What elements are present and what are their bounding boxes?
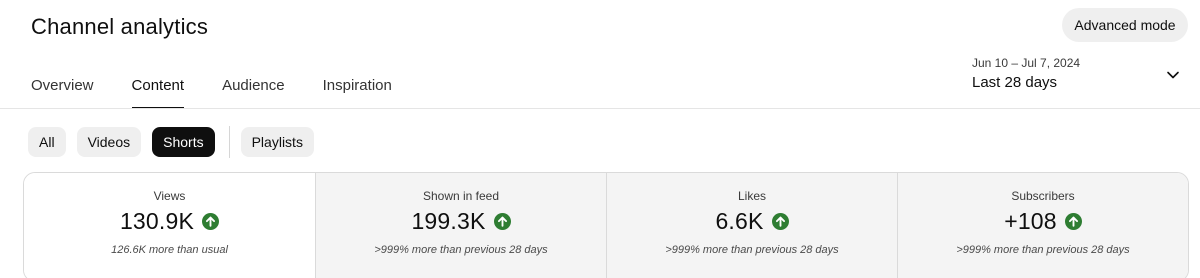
metric-card-likes[interactable]: Likes 6.6K >999% more than previous 28 d… [606, 173, 897, 278]
advanced-mode-button[interactable]: Advanced mode [1062, 8, 1188, 42]
metric-label: Subscribers [1011, 189, 1075, 203]
metric-value: 6.6K [715, 208, 764, 234]
tab-inspiration[interactable]: Inspiration [323, 76, 392, 109]
metric-value: 130.9K [119, 208, 195, 234]
metric-value-row: +108 [898, 208, 1188, 235]
trend-up-icon [1064, 213, 1082, 230]
tab-bar: Overview Content Audience Inspiration [31, 76, 430, 109]
date-range-text: Jun 10 – Jul 7, 2024 [972, 56, 1081, 70]
metric-value-row: 130.9K [24, 208, 315, 235]
metric-value-row: 6.6K [607, 208, 897, 235]
metric-card-shown-in-feed[interactable]: Shown in feed 199.3K >999% more than pre… [315, 173, 606, 278]
chip-videos[interactable]: Videos [76, 127, 142, 157]
metric-value-row: 199.3K [316, 208, 606, 235]
metric-label: Views [153, 189, 186, 203]
metric-value: 199.3K [411, 208, 486, 234]
metric-cards: Views 130.9K 126.6K more than usual Show… [23, 172, 1189, 278]
metric-note: >999% more than previous 28 days [956, 244, 1130, 256]
trend-up-icon [771, 213, 789, 230]
metric-note: >999% more than previous 28 days [665, 244, 839, 256]
metric-label: Shown in feed [422, 189, 500, 203]
trend-up-icon [493, 213, 511, 230]
metric-note: >999% more than previous 28 days [374, 244, 548, 256]
date-range-label: Last 28 days [972, 74, 1058, 91]
metric-card-subscribers[interactable]: Subscribers +108 >999% more than previou… [897, 173, 1188, 278]
chip-separator [228, 126, 230, 158]
metric-label: Likes [737, 189, 766, 203]
metric-value: +108 [1004, 208, 1057, 234]
header-divider [0, 108, 1200, 109]
chip-playlists[interactable]: Playlists [240, 127, 314, 157]
trend-up-icon [202, 213, 220, 230]
chip-all[interactable]: All [28, 127, 66, 157]
page-title: Channel analytics [31, 14, 209, 39]
tab-content[interactable]: Content [131, 76, 184, 109]
chevron-down-icon [1167, 71, 1179, 79]
channel-analytics-page: Channel analytics Advanced mode Overview… [0, 0, 1200, 278]
tab-audience[interactable]: Audience [222, 76, 285, 109]
date-range-picker[interactable]: Jun 10 – Jul 7, 2024 Last 28 days [972, 56, 1184, 96]
metric-note: 126.6K more than usual [111, 244, 228, 256]
metric-card-views[interactable]: Views 130.9K 126.6K more than usual [24, 173, 315, 278]
tab-overview[interactable]: Overview [31, 76, 94, 109]
chip-shorts[interactable]: Shorts [152, 127, 215, 157]
content-type-chips: All Videos Shorts Playlists [28, 126, 325, 158]
